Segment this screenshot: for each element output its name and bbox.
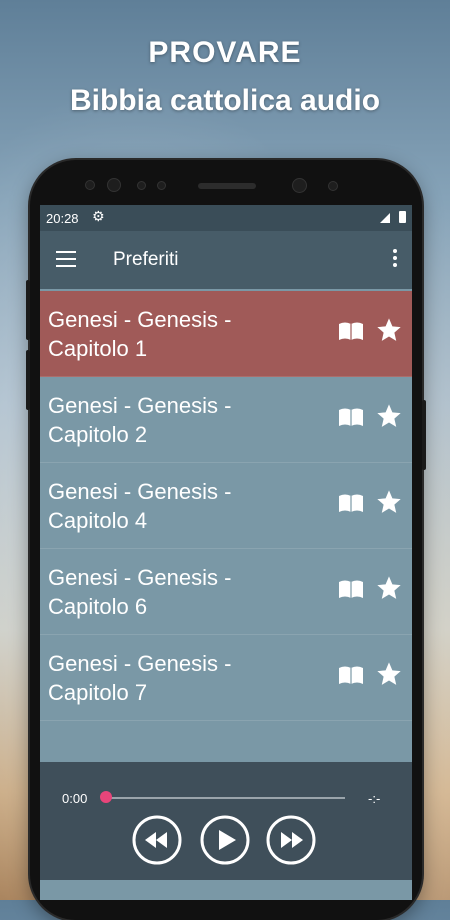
phone-sensor: [328, 181, 338, 191]
phone-front-camera: [292, 178, 307, 193]
play-icon[interactable]: [200, 815, 250, 865]
list-item-label: Genesi - Genesis - Capitolo 1: [48, 307, 232, 361]
phone-screen: 20:28 ⚙ Preferiti Genesi - Genesis - Capi…: [40, 205, 412, 900]
phone-speaker: [198, 183, 256, 189]
nav-bar: [40, 880, 412, 900]
seek-thumb[interactable]: [100, 791, 112, 803]
page-title: Preferiti: [113, 249, 179, 270]
star-icon[interactable]: [375, 316, 403, 344]
open-book-icon[interactable]: [338, 579, 364, 599]
favorites-list: Genesi - Genesis - Capitolo 1 Genesi - Ge…: [40, 291, 412, 721]
battery-icon: [399, 211, 406, 223]
star-icon[interactable]: [375, 574, 403, 602]
list-item[interactable]: Genesi - Genesis - Capitolo 4: [40, 463, 412, 549]
promo-subtitle: Bibbia cattolica audio: [69, 84, 381, 117]
phone-side-button: [26, 350, 30, 410]
list-item[interactable]: Genesi - Genesis - Capitolo 2: [40, 377, 412, 463]
list-item[interactable]: Genesi - Genesis - Capitolo 7: [40, 635, 412, 721]
phone-side-button: [422, 400, 426, 470]
phone-sensor: [157, 181, 166, 190]
open-book-icon[interactable]: [338, 321, 364, 341]
signal-icon: [380, 213, 390, 223]
phone-side-button: [26, 280, 30, 340]
list-item-label: Genesi - Genesis - Capitolo 7: [48, 651, 232, 705]
list-item-label: Genesi - Genesis - Capitolo 6: [48, 565, 232, 619]
open-book-icon[interactable]: [338, 665, 364, 685]
player-total-time: -:-: [368, 791, 381, 806]
seek-bar[interactable]: [105, 797, 345, 799]
status-bar: 20:28 ⚙: [40, 205, 412, 231]
star-icon[interactable]: [375, 488, 403, 516]
list-item[interactable]: Genesi - Genesis - Capitolo 1: [40, 291, 412, 377]
star-icon[interactable]: [375, 402, 403, 430]
open-book-icon[interactable]: [338, 407, 364, 427]
star-icon[interactable]: [375, 660, 403, 688]
fast-forward-icon[interactable]: [266, 815, 316, 865]
list-item-label: Genesi - Genesis - Capitolo 4: [48, 479, 232, 533]
more-vert-icon[interactable]: [392, 249, 398, 269]
open-book-icon[interactable]: [338, 493, 364, 513]
list-item-label: Genesi - Genesis - Capitolo 2: [48, 393, 232, 447]
promo-title: PROVARE: [148, 36, 302, 69]
phone-sensor: [85, 180, 95, 190]
player-current-time: 0:00: [62, 791, 88, 806]
list-item[interactable]: Genesi - Genesis - Capitolo 6: [40, 549, 412, 635]
rewind-icon[interactable]: [132, 815, 182, 865]
hamburger-menu-icon[interactable]: [56, 251, 76, 267]
gear-icon: ⚙: [92, 208, 105, 224]
phone-sensor: [137, 181, 146, 190]
app-bar: Preferiti: [40, 231, 412, 289]
status-time: 20:28: [46, 211, 79, 226]
audio-player: 0:00 -:-: [40, 762, 412, 880]
phone-sensor: [107, 178, 121, 192]
